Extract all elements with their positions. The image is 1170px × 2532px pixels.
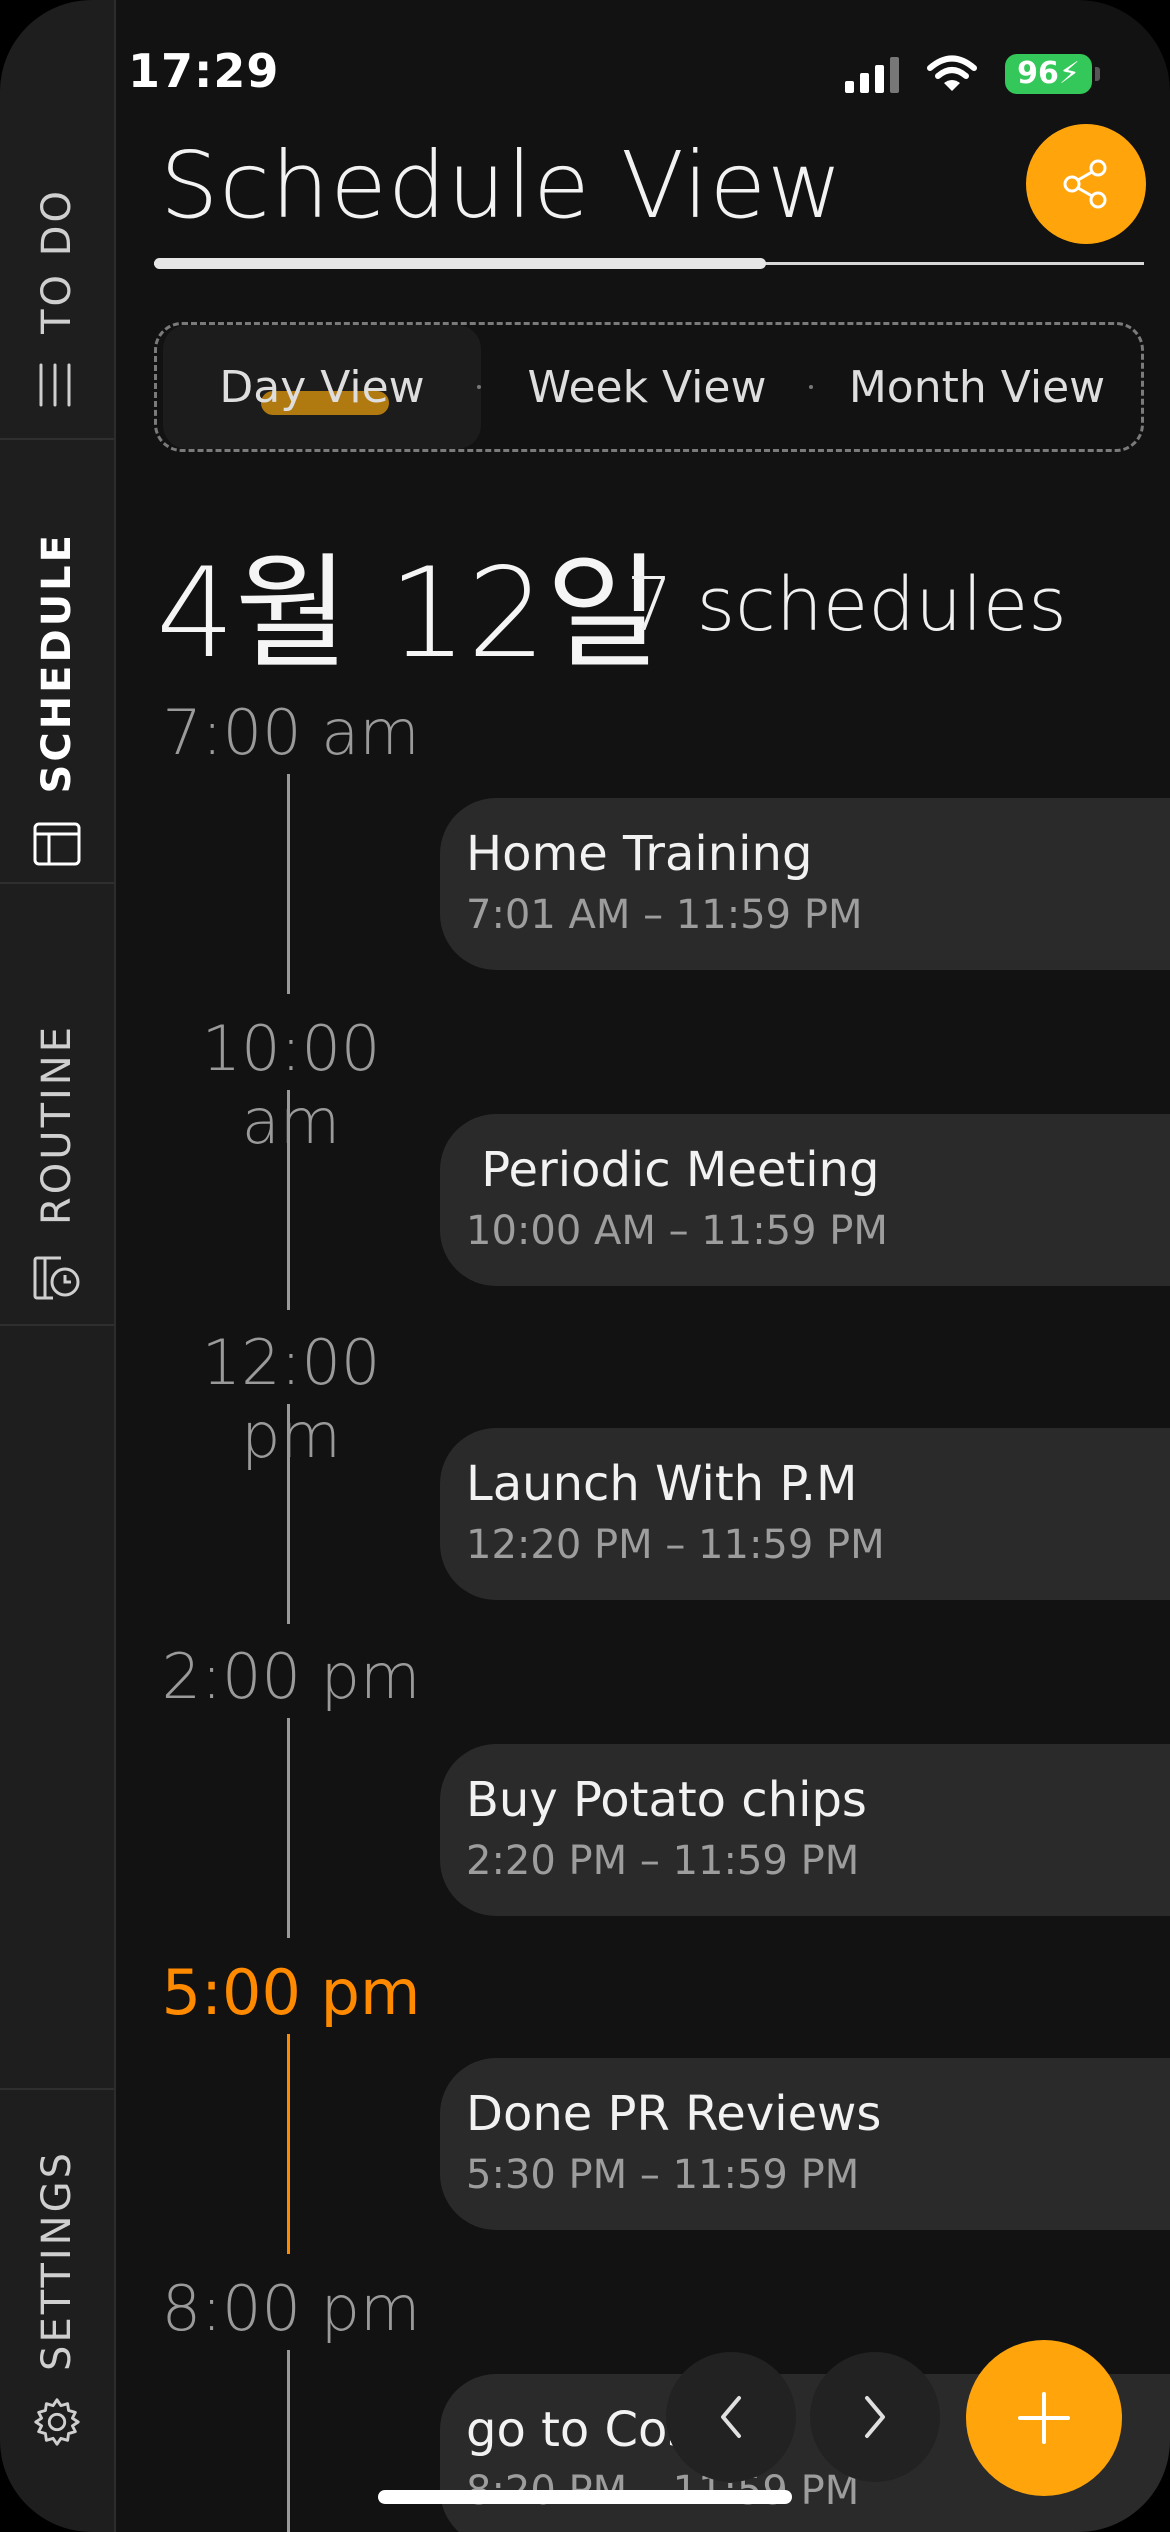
tab-label: Day View <box>219 361 425 413</box>
plus-icon <box>1018 2392 1070 2444</box>
sidebar-item-schedule[interactable]: SCHEDULE <box>0 440 114 884</box>
time-label: 2:00 pm <box>161 1640 421 1713</box>
time-label: 8:00 pm <box>161 2272 421 2345</box>
sidebar-item-label: ROUTINE <box>34 1024 80 1225</box>
schedule-title: Periodic Meeting <box>466 1142 880 1198</box>
selected-date: 4월 12일 <box>156 542 661 686</box>
side-navigation: TO DO SCHEDULE ROUTINE SETTINGS <box>0 0 116 2532</box>
timeline-line <box>287 1718 290 1938</box>
sidebar-item-label: SCHEDULE <box>34 532 80 794</box>
time-label: 10:00 am <box>201 1012 381 1158</box>
status-time: 17:29 <box>128 44 280 98</box>
schedule-time-range: 2:20 PM – 11:59 PM <box>466 1838 860 1884</box>
calendar-icon <box>30 817 84 871</box>
share-icon <box>1063 159 1107 209</box>
schedule-title: Home Training <box>466 826 813 882</box>
routine-clock-icon <box>30 1249 84 1303</box>
sidebar-item-settings[interactable]: SETTINGS <box>0 2088 114 2532</box>
schedule-title: Buy Potato chips <box>466 1772 867 1828</box>
schedule-time-range: 7:01 AM – 11:59 PM <box>466 892 863 938</box>
chevron-right-icon <box>865 2396 885 2438</box>
gear-icon <box>30 2395 84 2449</box>
schedule-time-range: 10:00 AM – 11:59 PM <box>466 1208 888 1254</box>
title-underline-accent <box>154 258 766 269</box>
schedule-count: 7 schedules <box>626 562 1067 648</box>
page-title: Schedule View <box>160 132 844 239</box>
schedule-time-range: 5:30 PM – 11:59 PM <box>466 2152 860 2198</box>
charging-bolt-icon: ⚡ <box>1058 56 1080 91</box>
schedule-card[interactable]: Buy Potato chips 2:20 PM – 11:59 PM <box>440 1744 1170 1916</box>
cellular-signal-icon <box>845 55 900 93</box>
timeline-line <box>287 1404 290 1624</box>
tab-week-view[interactable]: Week View <box>487 325 807 449</box>
current-timeline-line <box>287 2034 290 2254</box>
add-schedule-button[interactable] <box>966 2340 1122 2496</box>
sidebar-item-label: SETTINGS <box>34 2150 80 2371</box>
tab-label: Week View <box>527 361 767 413</box>
time-label: 7:00 am <box>162 696 420 769</box>
battery-level: 96 <box>1017 56 1059 91</box>
tab-label: Month View <box>848 361 1106 413</box>
schedule-title: Done PR Reviews <box>466 2086 882 2142</box>
schedule-card[interactable]: Done PR Reviews 5:30 PM – 11:59 PM <box>440 2058 1170 2230</box>
schedule-card[interactable]: Launch With P.M 12:20 PM – 11:59 PM <box>440 1428 1170 1600</box>
next-day-button[interactable] <box>810 2352 940 2482</box>
previous-day-button[interactable] <box>666 2352 796 2482</box>
wifi-icon <box>927 55 978 91</box>
tab-day-view[interactable]: Day View <box>163 325 481 449</box>
current-time-label: 5:00 pm <box>161 1956 421 2029</box>
timeline-line <box>287 1090 290 1310</box>
sidebar-item-todo[interactable]: TO DO <box>0 0 114 440</box>
chevron-left-icon <box>721 2396 741 2438</box>
timeline-line <box>287 774 290 994</box>
sidebar-item-routine[interactable]: ROUTINE <box>0 884 114 1326</box>
home-indicator[interactable] <box>378 2490 792 2504</box>
timeline-line <box>287 2350 290 2532</box>
schedule-card[interactable]: Periodic Meeting 10:00 AM – 11:59 PM <box>440 1114 1170 1286</box>
app-screen: TO DO SCHEDULE ROUTINE SETTINGS 17:29 96… <box>0 0 1170 2532</box>
schedule-card[interactable]: Home Training 7:01 AM – 11:59 PM <box>440 798 1170 970</box>
sidebar-item-label: TO DO <box>34 188 80 334</box>
schedule-time-range: 12:20 PM – 11:59 PM <box>466 1522 885 1568</box>
time-label: 12:00 pm <box>201 1326 381 1472</box>
battery-indicator: 96⚡ <box>1005 54 1100 94</box>
view-switcher: Day View Week View Month View <box>154 322 1144 452</box>
status-icons: 96⚡ <box>845 54 1100 94</box>
list-icon <box>30 358 84 412</box>
schedule-title: Launch With P.M <box>466 1456 858 1512</box>
share-button[interactable] <box>1026 124 1146 244</box>
tab-month-view[interactable]: Month View <box>817 325 1137 449</box>
